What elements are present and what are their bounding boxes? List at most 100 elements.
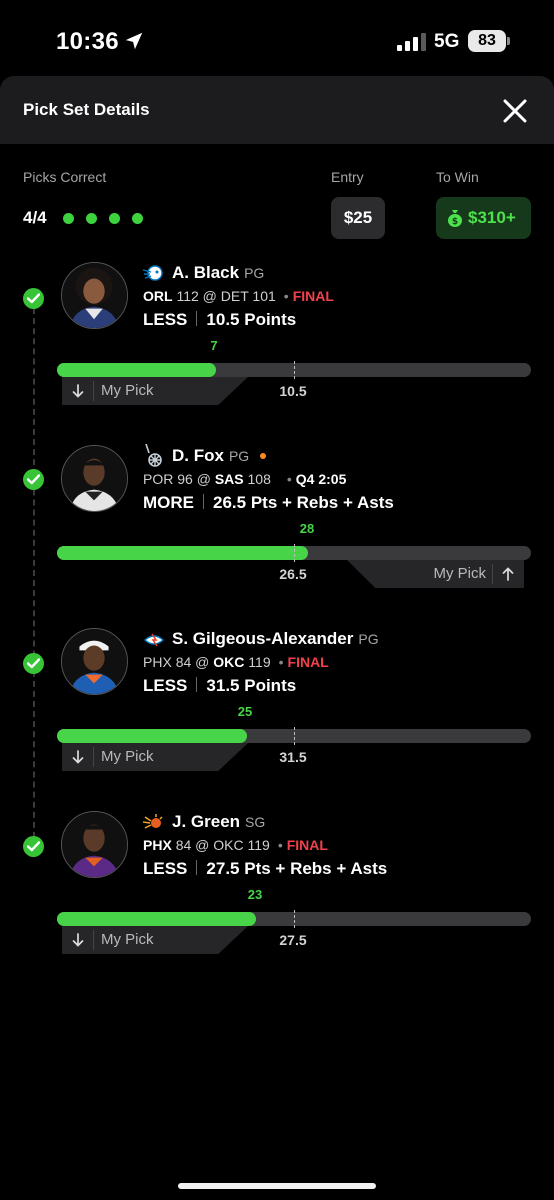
home-indicator[interactable] <box>178 1183 376 1189</box>
entry-amount: $25 <box>331 197 385 239</box>
thunder-logo-icon <box>143 633 165 647</box>
away-team: POR <box>143 471 174 487</box>
actual-stat-value: 23 <box>247 887 263 902</box>
player-name-text: J. Green <box>172 812 241 831</box>
game-status: FINAL <box>287 654 329 670</box>
line-value: 10.5 <box>279 383 307 399</box>
line-marker <box>294 910 295 928</box>
pick-result-dot <box>63 213 74 224</box>
pick-stat: Points <box>244 310 297 329</box>
home-team: OKC <box>213 837 244 853</box>
pick-direction: LESS <box>143 859 188 878</box>
player-avatar <box>61 628 128 695</box>
arrow-down-icon <box>72 750 84 764</box>
check-icon <box>23 836 44 857</box>
line-marker <box>294 727 295 745</box>
player-avatar <box>61 262 128 329</box>
close-icon[interactable] <box>498 94 532 128</box>
away-score: 84 <box>175 837 192 853</box>
check-icon <box>23 653 44 674</box>
progress-fill <box>57 363 216 377</box>
at-sign: @ <box>196 471 211 487</box>
player-name-text: A. Black <box>172 263 240 282</box>
actual-stat-value: 25 <box>237 704 253 719</box>
home-score: 101 <box>252 288 276 304</box>
pick-result-dot <box>86 213 97 224</box>
money-bag-icon: $ <box>448 210 462 227</box>
to-win-amount: $ $310+ <box>436 197 531 239</box>
line-value: 27.5 <box>279 932 307 948</box>
sheet-header: Pick Set Details <box>0 76 554 144</box>
my-pick-label: My Pick <box>433 565 487 582</box>
game-status: FINAL <box>292 288 334 304</box>
away-team: ORL <box>143 288 173 304</box>
battery-icon: 83 <box>468 30 506 52</box>
at-sign: @ <box>195 654 210 670</box>
player-name-text: D. Fox <box>172 446 224 465</box>
game-score: PHX 84 @ OKC 119 • FINAL <box>143 654 329 670</box>
line-value: 31.5 <box>279 749 307 765</box>
home-team: OKC <box>213 654 245 670</box>
cellular-signal-icon <box>397 33 426 51</box>
player-name: A. Black PG <box>172 263 264 283</box>
game-status: Q4 2:05 <box>295 471 347 487</box>
actual-stat-value: 28 <box>299 521 315 536</box>
my-pick-indicator: My Pick <box>62 743 248 771</box>
away-team: PHX <box>143 654 172 670</box>
timeline-connector <box>33 298 35 848</box>
sheet-title: Pick Set Details <box>23 100 150 119</box>
arrow-down-icon <box>72 933 84 947</box>
progress-fill <box>57 912 257 926</box>
actual-stat-value: 7 <box>210 338 218 353</box>
status-time: 10:36 <box>56 28 119 55</box>
network-type: 5G <box>434 31 460 52</box>
pick-line-value: 26.5 <box>213 493 247 512</box>
player-position: PG <box>358 631 379 647</box>
entry-label: Entry <box>331 169 364 185</box>
progress-fill <box>57 729 247 743</box>
pick-stat: Pts + Rebs + Asts <box>244 859 388 878</box>
svg-text:$: $ <box>452 217 458 227</box>
home-team: DET <box>220 288 249 304</box>
arrow-down-icon <box>72 384 84 398</box>
my-pick-indicator: My Pick <box>62 926 248 954</box>
my-pick-indicator: My Pick <box>347 560 524 588</box>
pick-result-dot <box>109 213 120 224</box>
check-icon <box>23 288 44 309</box>
progress-fill <box>57 546 309 560</box>
game-score: ORL 112 @ DET 101 • FINAL <box>143 288 334 304</box>
player-name: S. Gilgeous-Alexander PG <box>172 629 379 649</box>
game-score: POR 96 @ SAS 108 • Q4 2:05 <box>143 471 347 487</box>
suns-logo-icon <box>143 814 163 829</box>
pick-stat: Pts + Rebs + Asts <box>250 493 394 512</box>
away-score: 112 <box>176 288 199 304</box>
line-marker <box>294 544 295 562</box>
home-score: 119 <box>247 837 270 853</box>
player-name: J. Green SG <box>172 812 265 832</box>
pick-line: LESS 27.5 Pts + Rebs + Asts <box>143 859 387 879</box>
line-marker <box>294 361 295 379</box>
at-sign: @ <box>202 288 217 304</box>
pick-line: LESS 31.5 Points <box>143 676 296 696</box>
battery-nub <box>507 37 510 45</box>
away-team: PHX <box>143 837 172 853</box>
line-value: 26.5 <box>279 566 307 582</box>
status-bar: 10:36 5G 83 <box>0 0 554 80</box>
pick-stat: Points <box>244 676 297 695</box>
pick-set-sheet: Pick Set Details Picks Correct 4/4 Entry… <box>0 76 554 1200</box>
pick-line-value: 10.5 <box>206 310 240 329</box>
pick-line: MORE 26.5 Pts + Rebs + Asts <box>143 493 394 513</box>
game-status: FINAL <box>286 837 328 853</box>
magic-logo-icon <box>143 265 163 281</box>
pick-result-dot <box>132 213 143 224</box>
pick-line-value: 31.5 <box>206 676 240 695</box>
pick-direction: MORE <box>143 493 194 512</box>
pick-direction: LESS <box>143 676 188 695</box>
my-pick-indicator: My Pick <box>62 377 248 405</box>
player-name-text: S. Gilgeous-Alexander <box>172 629 354 648</box>
to-win-label: To Win <box>436 169 479 185</box>
away-score: 84 <box>175 654 192 670</box>
player-position: PG <box>228 448 250 464</box>
pick-line: LESS 10.5 Points <box>143 310 296 330</box>
picks-correct-label: Picks Correct <box>23 169 107 185</box>
